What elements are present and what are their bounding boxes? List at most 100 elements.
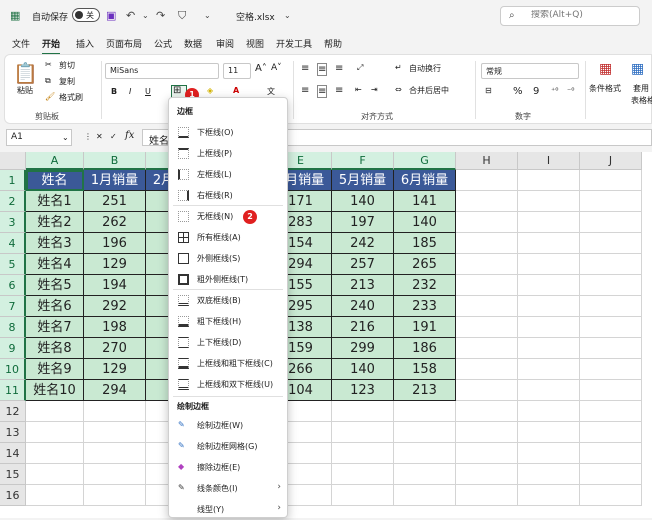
copy-button[interactable]: 复制 [59, 76, 75, 87]
grid-cell[interactable] [84, 401, 146, 422]
column-header[interactable]: H [456, 152, 518, 170]
grid-cell[interactable] [580, 317, 642, 338]
grid-cell[interactable]: 232 [394, 275, 456, 296]
grid-cell[interactable] [580, 275, 642, 296]
row-header[interactable]: 2 [0, 191, 26, 212]
grid-cell[interactable] [84, 485, 146, 506]
grid-cell[interactable]: 197 [332, 212, 394, 233]
underline-button[interactable]: U [145, 87, 151, 96]
autosave-toggle[interactable]: 关 [72, 8, 100, 22]
grid-cell[interactable] [456, 275, 518, 296]
font-color-icon[interactable]: A [233, 86, 239, 95]
grid-cell[interactable] [580, 338, 642, 359]
menu-item-right-border[interactable]: 右框线(R) [171, 185, 285, 206]
grid-cell[interactable]: 194 [84, 275, 146, 296]
column-header[interactable]: J [580, 152, 642, 170]
grid-cell[interactable] [580, 359, 642, 380]
grid-cell[interactable]: 140 [332, 359, 394, 380]
namebox-dropdown-icon[interactable]: ⌄ [62, 133, 69, 142]
grid-cell[interactable] [394, 422, 456, 443]
tab-page-layout[interactable]: 页面布局 [106, 37, 142, 50]
menu-item-top-border[interactable]: 上框线(P) [171, 143, 285, 164]
grid-cell[interactable]: 140 [332, 191, 394, 212]
grid-cell[interactable] [580, 380, 642, 401]
grid-cell[interactable]: 294 [84, 380, 146, 401]
grid-cell[interactable]: 姓名2 [26, 212, 84, 233]
menu-item-bottom-border[interactable]: 下框线(O) [171, 122, 285, 143]
grid-cell[interactable] [580, 170, 642, 191]
cancel-icon[interactable]: ✕ [96, 132, 103, 141]
grid-cell[interactable] [518, 338, 580, 359]
align-right-icon[interactable]: ≡ [335, 85, 343, 96]
row-header[interactable]: 12 [0, 401, 26, 422]
grid-cell[interactable] [456, 212, 518, 233]
grid-cell[interactable] [518, 296, 580, 317]
search-box[interactable]: ⌕ [500, 6, 640, 26]
decrease-indent-icon[interactable]: ⇤ [355, 85, 362, 94]
grid-cell[interactable] [456, 317, 518, 338]
grid-cell[interactable]: 129 [84, 359, 146, 380]
insert-function-button[interactable]: fx [125, 130, 134, 141]
paste-button[interactable]: 粘贴 [17, 85, 33, 96]
menu-item-draw-border[interactable]: ✎ 绘制边框(W) [171, 415, 285, 436]
align-center-icon[interactable]: ≡ [317, 85, 328, 98]
comma-button[interactable]: 9 [533, 86, 539, 97]
grid-cell[interactable]: 270 [84, 338, 146, 359]
tab-file[interactable]: 文件 [12, 37, 30, 50]
conditional-format-icon[interactable]: ▦ [599, 61, 612, 77]
grid-cell[interactable] [580, 464, 642, 485]
column-header[interactable]: A [26, 152, 84, 170]
grid-cell[interactable]: 257 [332, 254, 394, 275]
grid-cell[interactable]: 191 [394, 317, 456, 338]
grid-cell[interactable]: 185 [394, 233, 456, 254]
grid-cell[interactable]: 186 [394, 338, 456, 359]
row-header[interactable]: 6 [0, 275, 26, 296]
grid-cell[interactable] [518, 401, 580, 422]
row-header[interactable]: 14 [0, 443, 26, 464]
menu-item-top-bottom-border[interactable]: 上下框线(D) [171, 332, 285, 353]
row-header[interactable]: 15 [0, 464, 26, 485]
grid-cell[interactable] [26, 422, 84, 443]
increase-decimal-icon[interactable]: ⁺⁰ [551, 86, 558, 95]
grid-cell[interactable]: 265 [394, 254, 456, 275]
grid-cell[interactable] [84, 464, 146, 485]
formula-menu-icon[interactable]: ⋮ [84, 132, 92, 141]
row-header[interactable]: 10 [0, 359, 26, 380]
grid-cell[interactable] [518, 254, 580, 275]
redo-icon[interactable]: ↷ [156, 9, 165, 22]
grid-cell[interactable] [332, 443, 394, 464]
row-header[interactable]: 13 [0, 422, 26, 443]
row-header[interactable]: 1 [0, 170, 26, 191]
grid-cell[interactable] [518, 275, 580, 296]
table-format-button-line2[interactable]: 表格格 [631, 95, 652, 106]
grid-cell[interactable]: 姓名3 [26, 233, 84, 254]
align-top-icon[interactable]: ≡ [301, 63, 309, 74]
grid-cell[interactable] [518, 212, 580, 233]
tab-help[interactable]: 帮助 [324, 37, 342, 50]
row-header[interactable]: 8 [0, 317, 26, 338]
column-header[interactable]: G [394, 152, 456, 170]
table-header-cell[interactable]: 5月销量 [332, 170, 394, 191]
format-painter-icon[interactable]: 🖌 [45, 92, 55, 101]
font-size-select[interactable]: 11 [223, 63, 251, 79]
table-format-icon[interactable]: ▦ [631, 61, 644, 77]
grid-cell[interactable] [580, 191, 642, 212]
grid-cell[interactable] [456, 338, 518, 359]
table-header-cell[interactable]: 6月销量 [394, 170, 456, 191]
wrap-text-button[interactable]: 自动换行 [409, 63, 441, 74]
menu-item-outside-borders[interactable]: 外侧框线(S) [171, 248, 285, 269]
table-header-cell[interactable]: 1月销量 [84, 170, 146, 191]
wrap-text-icon[interactable]: ↵ [395, 63, 402, 72]
increase-font-icon[interactable]: A˄ [255, 63, 267, 74]
tab-developer[interactable]: 开发工具 [276, 37, 312, 50]
filter-icon[interactable]: ⛉ [178, 9, 186, 23]
accounting-icon[interactable]: ⊟ [485, 86, 492, 95]
grid-cell[interactable] [518, 170, 580, 191]
grid-cell[interactable]: 姓名8 [26, 338, 84, 359]
grid-cell[interactable]: 129 [84, 254, 146, 275]
grid-cell[interactable] [456, 380, 518, 401]
cut-icon[interactable]: ✂ [45, 60, 52, 69]
merge-center-icon[interactable]: ⇔ [395, 85, 402, 94]
grid-cell[interactable]: 198 [84, 317, 146, 338]
grid-cell[interactable] [580, 401, 642, 422]
